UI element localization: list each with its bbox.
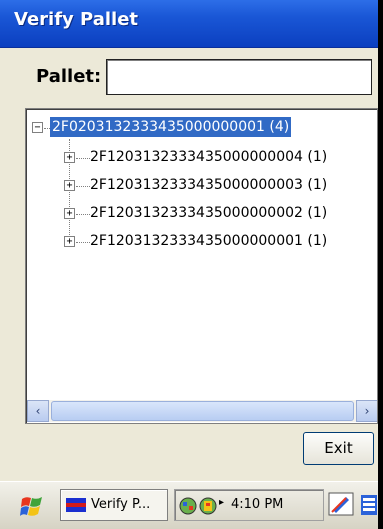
collapse-icon[interactable]: − (32, 122, 43, 133)
tray-expand-arrow[interactable]: ▸ (219, 497, 224, 508)
tree-child-label[interactable]: 2F1203132333435000000002 (1) (90, 203, 327, 223)
tree-child-label[interactable]: 2F1203132333435000000001 (1) (90, 231, 327, 251)
tree-child-label[interactable]: 2F1203132333435000000003 (1) (90, 175, 327, 195)
keyboard-icon[interactable] (361, 493, 377, 517)
expand-icon[interactable]: + (64, 236, 75, 247)
taskbar-item-label: Verify P... (91, 497, 151, 512)
network-icon[interactable] (179, 497, 197, 515)
taskbar-item-verify-pallet[interactable]: Verify P... (60, 489, 168, 521)
app-window-icon (66, 498, 86, 512)
tree-connector (76, 214, 90, 215)
sync-icon[interactable] (199, 497, 217, 515)
pallet-label: Pallet: (36, 66, 102, 87)
window-title: Verify Pallet (14, 9, 139, 30)
tree-root-node[interactable]: − 2F0203132333435000000001 (4) (30, 117, 370, 139)
edit-pen-icon[interactable] (328, 492, 354, 516)
windows-start-icon[interactable] (20, 495, 44, 517)
clock: 4:10 PM (231, 497, 284, 512)
tree-child-label[interactable]: 2F1203132333435000000004 (1) (90, 147, 327, 167)
title-bar: Verify Pallet (0, 0, 378, 48)
expand-icon[interactable]: + (64, 208, 75, 219)
scroll-left-icon[interactable]: ‹ (27, 400, 49, 422)
screen-edge (378, 0, 383, 529)
app-window: Verify Pallet Pallet: − 2F02031323334350… (0, 0, 383, 529)
horizontal-scrollbar[interactable]: ‹ › (27, 400, 377, 422)
expand-icon[interactable]: + (64, 180, 75, 191)
scrollbar-thumb[interactable] (51, 401, 354, 421)
system-tray: ▸ 4:10 PM (174, 489, 324, 521)
taskbar: Verify P... ▸ 4:10 PM (0, 481, 378, 529)
tree-connector (76, 186, 90, 187)
tree-root-label[interactable]: 2F0203132333435000000001 (4) (50, 117, 292, 137)
pallet-input[interactable] (106, 59, 372, 95)
tree-connector (76, 242, 90, 243)
tree-connector (76, 158, 90, 159)
exit-button[interactable]: Exit (303, 432, 374, 465)
pallet-tree-view[interactable]: − 2F0203132333435000000001 (4) + 2F12031… (25, 108, 378, 424)
expand-icon[interactable]: + (64, 152, 75, 163)
scroll-right-icon[interactable]: › (356, 400, 377, 422)
